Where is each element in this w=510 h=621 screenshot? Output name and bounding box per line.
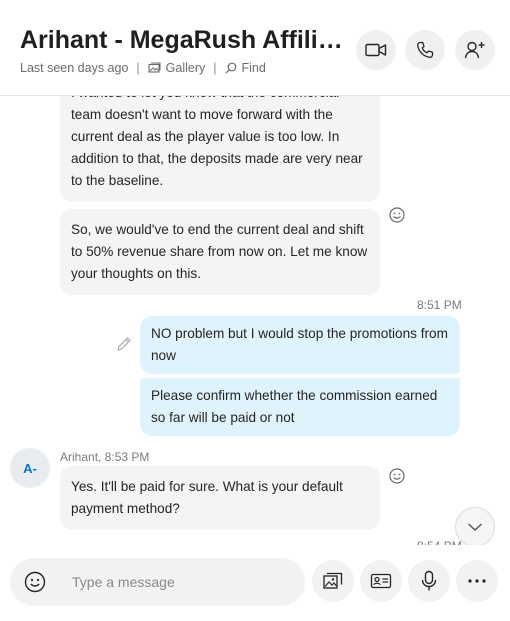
emoji-reaction-icon[interactable] — [388, 206, 406, 224]
incoming-message[interactable]: So, we would've to end the current deal … — [60, 209, 380, 295]
composer — [0, 545, 510, 621]
find-link[interactable]: Find — [225, 61, 266, 75]
outgoing-message[interactable]: Please confirm whether the commission ea… — [140, 378, 460, 436]
message-text: So, we would've to end the current deal … — [71, 222, 368, 281]
send-media-button[interactable] — [312, 560, 354, 602]
microphone-icon — [421, 570, 437, 591]
message-list[interactable]: I wanted to let you know that the commer… — [0, 96, 510, 545]
message-text: Please confirm whether the commission ea… — [151, 388, 438, 425]
incoming-message[interactable]: Yes. It'll be paid for sure. What is you… — [60, 466, 380, 530]
incoming-message[interactable]: I wanted to let you know that the commer… — [60, 96, 380, 202]
more-options-button[interactable] — [456, 560, 498, 602]
audio-call-button[interactable] — [405, 30, 445, 70]
avatar[interactable]: A- — [10, 448, 50, 488]
video-call-icon — [365, 43, 387, 57]
message-input[interactable] — [72, 570, 292, 594]
message-timestamp: 8:51 PM — [417, 298, 462, 312]
message-input-container[interactable] — [10, 558, 305, 606]
last-seen-status: Last seen days ago — [20, 61, 129, 75]
chat-header: Arihant - MegaRush Affilia... Last seen … — [0, 0, 510, 96]
conversation-title[interactable]: Arihant - MegaRush Affilia... — [20, 26, 350, 55]
message-text: Yes. It'll be paid for sure. What is you… — [71, 479, 343, 516]
message-text: NO problem but I would stop the promotio… — [151, 326, 448, 363]
outgoing-message[interactable]: NO problem but I would stop the promotio… — [140, 316, 460, 374]
chevron-down-icon — [467, 523, 483, 532]
add-people-button[interactable] — [455, 30, 495, 70]
search-icon — [225, 62, 236, 74]
contact-card-icon — [370, 573, 392, 589]
add-person-icon — [464, 41, 485, 59]
separator: | — [136, 61, 140, 75]
gallery-link[interactable]: Gallery — [148, 61, 206, 75]
find-label: Find — [241, 61, 266, 75]
pencil-icon — [117, 337, 131, 351]
phone-icon — [417, 41, 434, 58]
sender-meta: Arihant, 8:53 PM — [60, 450, 150, 464]
message-text: team doesn't want to move forward with t… — [71, 107, 363, 188]
emoji-reaction-icon[interactable] — [388, 467, 406, 485]
scroll-to-bottom-button[interactable] — [455, 507, 495, 545]
separator: | — [213, 61, 217, 75]
record-audio-button[interactable] — [408, 560, 450, 602]
video-call-button[interactable] — [356, 30, 396, 70]
gallery-icon — [148, 62, 161, 73]
media-icon — [323, 572, 343, 589]
gallery-label: Gallery — [165, 61, 206, 75]
conversation-subline: Last seen days ago | Gallery | Find — [20, 61, 266, 75]
more-icon — [468, 579, 486, 583]
send-contact-button[interactable] — [360, 560, 402, 602]
message-text-partial: I wanted to let you know that the commer… — [71, 96, 369, 104]
emoji-icon[interactable] — [24, 571, 46, 593]
